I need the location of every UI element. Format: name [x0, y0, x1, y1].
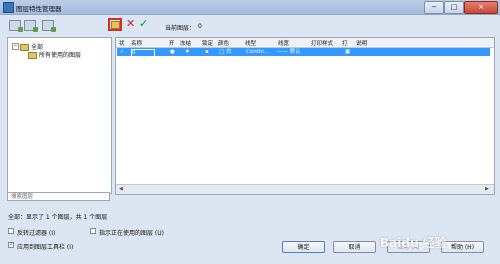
toolbar — [0, 14, 500, 36]
current-layer-value: 0 — [198, 23, 202, 30]
minimize-button[interactable]: − — [424, 1, 444, 14]
apply-to-toolbar-label: 应用到图层工具栏 (I) — [17, 244, 74, 251]
ok-button[interactable]: 确定 — [282, 241, 325, 253]
indicate-in-use-checkbox[interactable] — [90, 228, 96, 234]
cancel-button[interactable]: 取消 — [333, 241, 376, 253]
col-lineweight[interactable]: 线宽 — [278, 39, 289, 47]
col-linetype[interactable]: 线型 — [245, 39, 256, 47]
table-row[interactable]: ✓ 0 ● ✹ ▪ □ 白 Contin... —— 默认 ▣ — [117, 48, 490, 57]
indicate-in-use-label: 指示正在使用的图层 (U) — [99, 230, 164, 237]
scroll-left-icon[interactable]: ◀ — [119, 186, 123, 192]
layer-count-status: 全部：显示了 1 个图层，共 1 个图层 — [8, 214, 108, 221]
col-name[interactable]: 名称 — [131, 39, 142, 47]
row-color[interactable]: 白 — [226, 48, 232, 56]
search-layers-input[interactable]: 搜索图层 — [7, 192, 110, 201]
layer-grid: 状 名称 开 冻结 锁定 颜色 线型 线宽 打印样式 打 说明 ✓ 0 ● ✹ … — [115, 37, 495, 195]
grid-header: 状 名称 开 冻结 锁定 颜色 线型 线宽 打印样式 打 说明 — [116, 38, 494, 48]
col-plot[interactable]: 打 — [342, 39, 348, 47]
invert-filter-checkbox[interactable] — [8, 228, 14, 234]
col-description[interactable]: 说明 — [356, 39, 367, 47]
maximize-button[interactable]: □ — [444, 1, 464, 14]
row-linetype[interactable]: Contin... — [246, 48, 269, 56]
row-name[interactable]: 0 — [131, 49, 155, 57]
bulb-on-icon[interactable]: ● — [170, 48, 175, 56]
delete-layer-icon[interactable]: ✕ — [126, 18, 135, 30]
new-property-filter-icon[interactable] — [9, 20, 23, 32]
window-title: 图层特性管理器 — [16, 5, 62, 13]
color-swatch-icon[interactable]: □ — [219, 48, 224, 56]
col-status[interactable]: 状 — [119, 39, 125, 47]
help-button[interactable]: 帮助 (H) — [441, 241, 484, 253]
close-button[interactable]: × — [464, 1, 498, 14]
printer-icon[interactable]: ▣ — [345, 48, 350, 56]
app-icon — [3, 2, 14, 13]
col-on[interactable]: 开 — [169, 39, 175, 47]
scroll-right-icon[interactable]: ▶ — [485, 186, 489, 192]
row-lineweight[interactable]: —— 默认 — [277, 48, 301, 56]
sun-freeze-icon[interactable]: ✹ — [185, 48, 190, 56]
col-color[interactable]: 颜色 — [218, 39, 229, 47]
row-status-check: ✓ — [120, 49, 125, 55]
layer-states-manager-icon[interactable] — [42, 20, 56, 32]
title-bar: 图层特性管理器 − □ × — [0, 0, 500, 15]
horizontal-scrollbar[interactable]: ◀ ▶ — [116, 184, 494, 194]
filter-icon — [28, 52, 37, 59]
col-lock[interactable]: 锁定 — [202, 39, 213, 47]
current-layer-label: 当前图层： — [165, 25, 196, 32]
collapse-icon[interactable]: − — [12, 43, 19, 50]
new-group-filter-icon[interactable] — [24, 20, 38, 32]
invert-filter-label: 反转过滤器 (I) — [17, 230, 56, 237]
col-plotstyle[interactable]: 打印样式 — [311, 39, 333, 47]
lock-icon[interactable]: ▪ — [205, 48, 209, 56]
col-freeze[interactable]: 冻结 — [180, 39, 191, 47]
layer-properties-window: 图层特性管理器 − □ × ✕ ✓ 当前图层： 0 − 全部 所有使用的图层 搜… — [0, 0, 500, 264]
set-current-icon[interactable]: ✓ — [139, 18, 148, 30]
watermark-logo: Baidu 经验 — [380, 236, 447, 250]
filter-tree-panel: − 全部 所有使用的图层 — [7, 37, 112, 194]
apply-to-toolbar-checkbox[interactable] — [8, 241, 14, 248]
tree-item-used-layers[interactable]: 所有使用的图层 — [28, 50, 81, 59]
new-layer-icon[interactable] — [108, 18, 122, 31]
